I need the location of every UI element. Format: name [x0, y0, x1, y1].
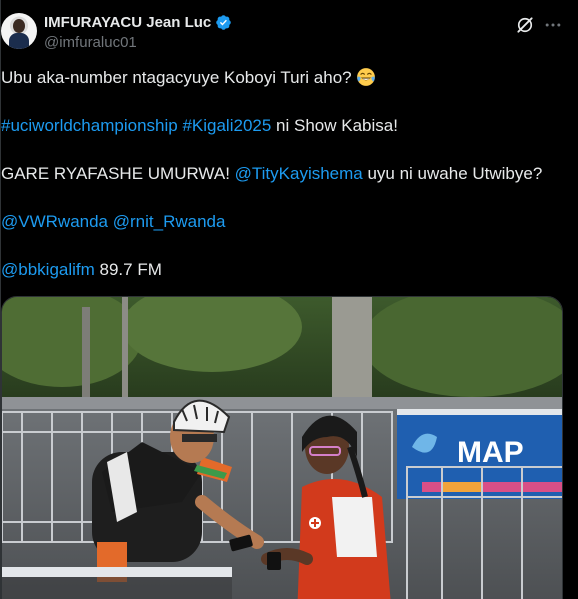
tweet-photo[interactable]: MAP	[1, 296, 563, 599]
grok-icon[interactable]	[515, 15, 535, 35]
mention-vwrwanda[interactable]: @VWRwanda	[1, 212, 108, 231]
mention-bbkigalifm[interactable]: @bbkigalifm	[1, 260, 95, 279]
author-display-name[interactable]: IMFURAYACU Jean Luc	[44, 14, 211, 31]
avatar-head	[13, 19, 25, 33]
hashtag-uciworldchampionship[interactable]: #uciworldchampionship	[1, 116, 178, 135]
verified-badge-icon[interactable]	[215, 14, 232, 31]
mention-rnit-rwanda[interactable]: @rnit_Rwanda	[113, 212, 226, 231]
tweet-line-4: @VWRwanda @rnit_Rwanda	[1, 210, 571, 234]
tweet-line-5-rest: 89.7 FM	[94, 260, 162, 279]
tweet-line-2: #uciworldchampionship #Kigali2025 ni Sho…	[1, 114, 571, 138]
tweet-text: Ubu aka-number ntagacyuye Koboyi Turi ah…	[1, 66, 571, 282]
tweet-line-3-start: GARE RYAFASHE UMURWA!	[1, 164, 235, 183]
tweet-line-1: Ubu aka-number ntagacyuye Koboyi Turi ah…	[1, 66, 571, 90]
mention-titykayishema[interactable]: @TityKayishema	[235, 164, 363, 183]
photo-media: MAP	[2, 297, 562, 599]
author-handle[interactable]: @imfuraluc01	[44, 34, 137, 51]
tweet-header: IMFURAYACU Jean Luc @imfuraluc01	[1, 10, 578, 56]
tweet-line-3-rest: uyu ni uwahe Utwibye?	[362, 164, 543, 183]
avatar-torso	[9, 33, 29, 49]
tweet-line-2-text: ni Show Kabisa!	[271, 116, 398, 135]
avatar[interactable]	[1, 13, 37, 49]
more-options-icon[interactable]	[542, 15, 564, 35]
tweet-line-1-text: Ubu aka-number ntagacyuye Koboyi Turi ah…	[1, 68, 352, 87]
face-with-tears-of-joy-icon	[356, 68, 375, 86]
tweet: IMFURAYACU Jean Luc @imfuraluc01 Ubu aka…	[0, 0, 578, 599]
name-row: IMFURAYACU Jean Luc	[44, 14, 232, 31]
tweet-line-5: @bbkigalifm 89.7 FM	[1, 258, 571, 282]
tweet-line-3: GARE RYAFASHE UMURWA! @TityKayishema uyu…	[1, 162, 571, 186]
hashtag-kigali2025[interactable]: #Kigali2025	[182, 116, 271, 135]
banner-text: MAP	[457, 436, 524, 469]
